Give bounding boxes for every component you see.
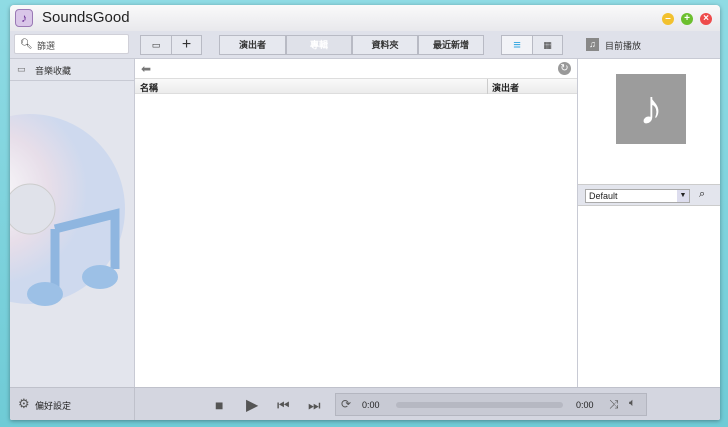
column-name[interactable]: 名稱	[140, 81, 158, 94]
chevron-down-icon: ▼	[677, 190, 689, 202]
app-logo-icon: ♪	[15, 9, 33, 27]
search-icon: 🔍︎	[20, 39, 33, 50]
edit-preset-icon[interactable]: ⌕	[699, 188, 705, 201]
elapsed-time: 0:00	[362, 400, 380, 410]
play-button[interactable]: ▶	[246, 395, 258, 415]
inbox-icon: ▭	[17, 64, 26, 74]
next-button[interactable]: ⏭	[308, 397, 321, 414]
search-placeholder: 篩選	[37, 41, 56, 51]
tab-artist[interactable]: 演出者	[219, 35, 286, 55]
app-title: SoundsGood	[42, 9, 130, 26]
table-header: 名稱 演出者	[135, 79, 577, 94]
app-window: ♪ SoundsGood – + × 🔍︎ 篩選 ▭ + 演出者 專輯 資料夾 …	[10, 5, 720, 420]
back-arrow-icon[interactable]: ⬅	[141, 62, 151, 76]
progress-slider[interactable]	[396, 402, 563, 408]
minimize-button[interactable]: –	[662, 13, 674, 25]
tab-recent[interactable]: 最近新增	[418, 35, 484, 55]
shuffle-icon[interactable]: ⤨	[609, 397, 619, 412]
repeat-icon[interactable]: ⟳	[341, 397, 351, 411]
player-bar: ⚙ 偏好設定 ■ ▶ ⏮ ⏭ ⟳ 0:00 0:00 ⤨ 🔈︎	[10, 387, 720, 420]
preset-select[interactable]: Default ▼	[585, 189, 690, 203]
previous-button[interactable]: ⏮	[277, 397, 290, 414]
column-artist[interactable]: 演出者	[487, 79, 577, 94]
now-playing-panel: ♪ Default ▼ ⌕	[577, 59, 720, 387]
total-time: 0:00	[576, 400, 594, 410]
title-bar: ♪ SoundsGood – + ×	[10, 5, 720, 31]
add-button[interactable]: +	[171, 35, 202, 55]
preset-value: Default	[589, 191, 618, 201]
stop-button[interactable]: ■	[215, 397, 223, 413]
save-playlist-button[interactable]: ▭	[140, 35, 172, 55]
toolbar: 🔍︎ 篩選 ▭ + 演出者 專輯 資料夾 最近新增 ≡ ▦ ♫ 目前播放	[10, 31, 720, 59]
cd-music-illustration	[10, 114, 125, 306]
gear-icon: ⚙	[18, 396, 30, 411]
refresh-icon[interactable]: ↻	[558, 62, 571, 75]
playback-panel: ⟳ 0:00 0:00 ⤨ 🔈︎	[335, 393, 647, 416]
sidebar-item-music-library[interactable]: ▭ 音樂收藏	[10, 59, 134, 81]
now-playing-label: 目前播放	[605, 41, 642, 51]
close-button[interactable]: ×	[700, 13, 712, 25]
preferences-button[interactable]: ⚙ 偏好設定	[10, 388, 135, 420]
music-note-icon: ♫	[586, 38, 599, 51]
volume-icon[interactable]: 🔈︎	[629, 397, 636, 410]
nav-bar: ⬅ ↻	[135, 59, 577, 79]
search-input[interactable]: 🔍︎ 篩選	[14, 34, 129, 54]
grid-view-button[interactable]: ▦	[532, 35, 563, 55]
list-view-button[interactable]: ≡	[501, 35, 533, 55]
album-art-placeholder: ♪	[616, 74, 686, 144]
preferences-label: 偏好設定	[35, 401, 72, 411]
maximize-button[interactable]: +	[681, 13, 693, 25]
tab-folder[interactable]: 資料夾	[352, 35, 418, 55]
preset-bar: Default ▼ ⌕	[578, 184, 720, 206]
tab-album[interactable]: 專輯	[286, 35, 352, 55]
main-panel: ⬅ ↻ 名稱 演出者	[135, 59, 577, 387]
sidebar: ▭ 音樂收藏	[10, 59, 135, 387]
sidebar-item-label: 音樂收藏	[35, 66, 72, 76]
